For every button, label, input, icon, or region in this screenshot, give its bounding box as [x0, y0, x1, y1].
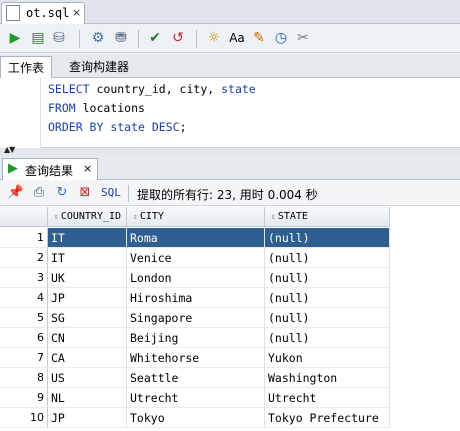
cell-country-id[interactable]: US	[48, 368, 127, 388]
explain-plan-icon[interactable]: ⚙	[89, 29, 107, 47]
results-grid: ⇕ COUNTRY_ID ⇕ CITY ⇕ STATE 1 IT Roma (null) 2 I…	[0, 206, 460, 431]
cell-state[interactable]: (null)	[265, 328, 390, 348]
row-number[interactable]: 3	[0, 268, 48, 288]
tab-query-result[interactable]: ▶ 查询结果 ×	[2, 158, 98, 180]
tab-query-builder[interactable]: 查询构建器	[62, 56, 136, 78]
cell-country-id[interactable]: NL	[48, 388, 127, 408]
code-line-2: FROM locations	[48, 101, 145, 115]
row-number[interactable]: 2	[0, 248, 48, 268]
cell-city[interactable]: Beijing	[127, 328, 265, 348]
autotrace-icon[interactable]: ⛃	[112, 29, 130, 47]
sql-file-icon	[6, 5, 20, 21]
sql-link[interactable]: SQL	[101, 186, 121, 199]
sort-icon: ⇕	[271, 212, 276, 221]
table-row[interactable]: 2 IT Venice (null)	[0, 248, 390, 268]
refresh-icon[interactable]: ↻	[53, 184, 71, 202]
column-header-country-id[interactable]: ⇕ COUNTRY_ID	[48, 207, 127, 227]
cell-country-id[interactable]: CA	[48, 348, 127, 368]
cell-country-id[interactable]: UK	[48, 268, 127, 288]
sort-icon: ⇕	[133, 212, 138, 221]
table-row[interactable]: 6 CN Beijing (null)	[0, 328, 390, 348]
cell-state[interactable]: Tokyo Prefecture	[265, 408, 390, 428]
close-tab-icon[interactable]: ×	[72, 6, 81, 19]
sort-icon: ⇕	[54, 212, 59, 221]
column-header-state[interactable]: ⇕ STATE	[265, 207, 390, 227]
print-icon[interactable]: ⎙	[30, 184, 48, 202]
table-row[interactable]: 8 US Seattle Washington	[0, 368, 390, 388]
pane-splitter[interactable]: ▲▼	[0, 145, 460, 156]
row-number[interactable]: 9	[0, 388, 48, 408]
cell-city[interactable]: Whitehorse	[127, 348, 265, 368]
table-row[interactable]: 7 CA Whitehorse Yukon	[0, 348, 390, 368]
pin-icon[interactable]: 📌	[7, 184, 25, 202]
row-number[interactable]: 1	[0, 228, 48, 248]
cell-city[interactable]: Singapore	[127, 308, 265, 328]
cell-state[interactable]: Washington	[265, 368, 390, 388]
fetch-status-text: 提取的所有行: 23, 用时 0.004 秒	[137, 188, 318, 202]
cell-state[interactable]: (null)	[265, 228, 390, 248]
clear-icon[interactable]: ✎	[250, 29, 268, 47]
cell-city[interactable]: Seattle	[127, 368, 265, 388]
row-number[interactable]: 8	[0, 368, 48, 388]
cell-country-id[interactable]: CN	[48, 328, 127, 348]
cell-state[interactable]: Utrecht	[265, 388, 390, 408]
tab-worksheet[interactable]: 工作表	[0, 56, 53, 78]
cell-city[interactable]: Tokyo	[127, 408, 265, 428]
cell-country-id[interactable]: JP	[48, 408, 127, 428]
row-number[interactable]: 10	[0, 408, 48, 428]
row-number[interactable]: 7	[0, 348, 48, 368]
editor-gutter	[0, 78, 40, 148]
close-results-tab-icon[interactable]: ×	[83, 162, 92, 175]
cell-city[interactable]: Utrecht	[127, 388, 265, 408]
run-statement-icon[interactable]: ▶	[6, 29, 24, 47]
code-line-1: SELECT country_id, city, state	[48, 82, 256, 96]
cell-state[interactable]: (null)	[265, 268, 390, 288]
cell-state[interactable]: Yukon	[265, 348, 390, 368]
cell-country-id[interactable]: JP	[48, 288, 127, 308]
cell-state[interactable]: (null)	[265, 308, 390, 328]
row-number[interactable]: 4	[0, 288, 48, 308]
cell-country-id[interactable]: IT	[48, 228, 127, 248]
file-tab-ot-sql[interactable]: ot.sql ×	[1, 2, 85, 24]
cell-country-id[interactable]: IT	[48, 248, 127, 268]
row-number[interactable]: 6	[0, 328, 48, 348]
sql-tuning-icon[interactable]: ☼	[205, 29, 223, 47]
change-case-icon[interactable]: Aa	[228, 29, 246, 47]
file-tab-label: ot.sql	[26, 6, 70, 20]
worksheet-tabs: 工作表 查询构建器	[0, 54, 460, 78]
connection-dropdown-icon[interactable]: ⛁	[50, 29, 68, 47]
cell-city[interactable]: Venice	[127, 248, 265, 268]
history-icon[interactable]: ◷	[272, 29, 290, 47]
results-tab-bar: ▶ 查询结果 ×	[0, 156, 460, 180]
tools-icon[interactable]: ✂	[294, 29, 312, 47]
results-toolbar: 📌 ⎙ ↻ ⊠ SQL 提取的所有行: 23, 用时 0.004 秒	[0, 180, 460, 206]
cell-city[interactable]: Roma	[127, 228, 265, 248]
column-header-city[interactable]: ⇕ CITY	[127, 207, 265, 227]
file-tab-strip: ot.sql ×	[0, 0, 460, 24]
table-row[interactable]: 10 JP Tokyo Tokyo Prefecture	[0, 408, 390, 428]
table-row[interactable]: 9 NL Utrecht Utrecht	[0, 388, 390, 408]
cell-city[interactable]: Hiroshima	[127, 288, 265, 308]
splitter-arrows-icon[interactable]: ▲▼	[4, 145, 15, 154]
row-number-header	[0, 207, 48, 227]
commit-icon[interactable]: ✔	[146, 29, 164, 47]
cancel-fetch-icon[interactable]: ⊠	[76, 184, 94, 202]
rollback-icon[interactable]: ↺	[169, 29, 187, 47]
result-play-icon: ▶	[8, 161, 18, 176]
worksheet-toolbar: ▶ ▤ ⛁ ⚙ ⛃ ✔ ↺ ☼ Aa ✎ ◷ ✂	[0, 25, 460, 53]
cell-country-id[interactable]: SG	[48, 308, 127, 328]
cell-state[interactable]: (null)	[265, 288, 390, 308]
cell-state[interactable]: (null)	[265, 248, 390, 268]
row-number[interactable]: 5	[0, 308, 48, 328]
table-row[interactable]: 4 JP Hiroshima (null)	[0, 288, 390, 308]
results-tab-label: 查询结果	[25, 164, 74, 178]
sql-editor[interactable]: SELECT country_id, city, state FROM loca…	[0, 78, 460, 148]
cell-city[interactable]: London	[127, 268, 265, 288]
table-row[interactable]: 1 IT Roma (null)	[0, 228, 390, 248]
table-row[interactable]: 3 UK London (null)	[0, 268, 390, 288]
run-script-icon[interactable]: ▤	[29, 29, 47, 47]
code-line-3: ORDER BY state DESC;	[48, 120, 187, 134]
table-row[interactable]: 5 SG Singapore (null)	[0, 308, 390, 328]
